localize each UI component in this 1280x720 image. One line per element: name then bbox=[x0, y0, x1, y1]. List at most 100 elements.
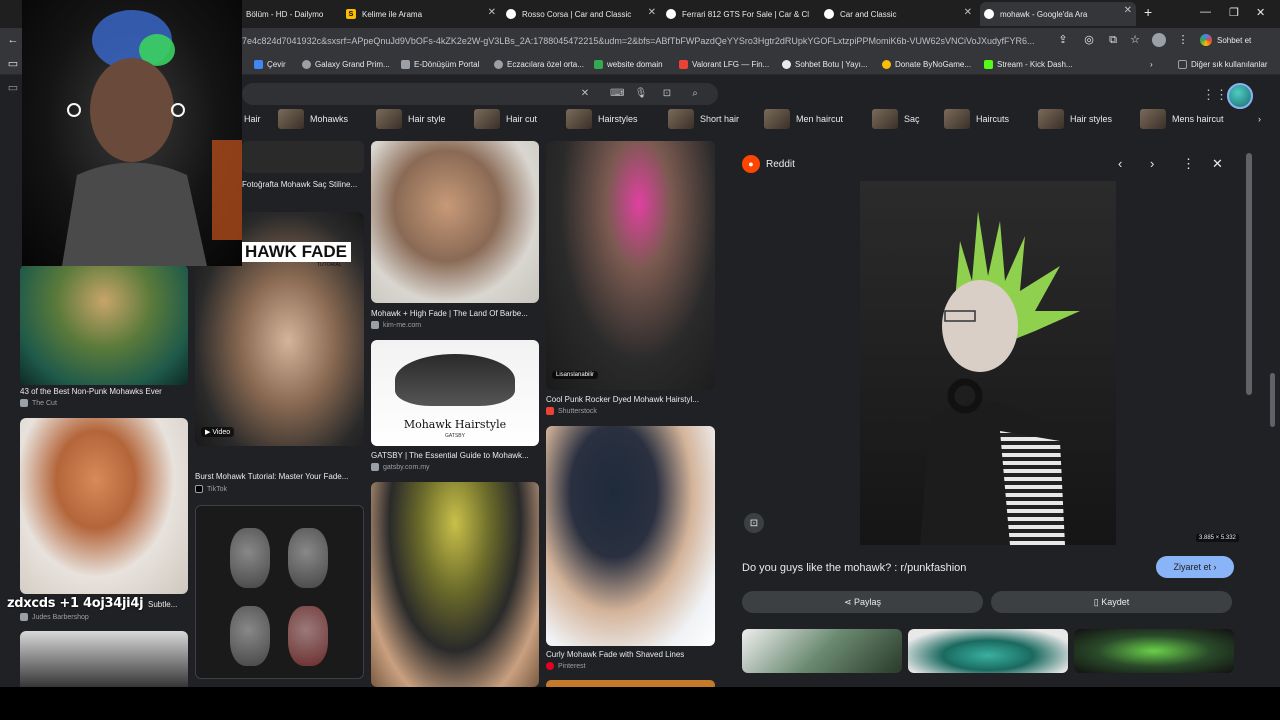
close-window-icon[interactable]: ✕ bbox=[1256, 6, 1265, 19]
chip-hair[interactable]: Hair bbox=[244, 109, 261, 129]
result-caption[interactable]: GATSBY | The Essential Guide to Mohawk..… bbox=[371, 451, 539, 460]
result-image-heads[interactable] bbox=[195, 505, 364, 679]
extension-icon[interactable]: ◎ bbox=[1082, 33, 1096, 47]
bookmark-item[interactable]: Çevir bbox=[254, 57, 286, 71]
close-icon[interactable]: ✕ bbox=[964, 7, 972, 18]
related-image[interactable] bbox=[908, 629, 1068, 673]
address-bar[interactable]: 7e4c824d7041932c&sxsrf=APpeQnuJd9VbOFs-4… bbox=[242, 32, 1052, 50]
chip-short-hair[interactable]: Short hair bbox=[668, 109, 739, 129]
panel-scrollbar[interactable] bbox=[1246, 153, 1252, 395]
result-source[interactable]: The Cut bbox=[20, 399, 57, 407]
chip-hair-style[interactable]: Hair style bbox=[376, 109, 446, 129]
result-image-punk-rocker[interactable]: Lisanslanabilir bbox=[546, 141, 715, 390]
mic-icon[interactable]: 🎙 bbox=[634, 87, 648, 101]
result-caption[interactable]: Curly Mohawk Fade with Shaved Lines bbox=[546, 650, 715, 659]
avatar[interactable] bbox=[1227, 83, 1253, 109]
bookmark-folder[interactable]: Diğer sık kullanılanlar bbox=[1178, 57, 1267, 71]
bookmark-item[interactable]: Galaxy Grand Prim... bbox=[302, 57, 390, 71]
result-source[interactable]: Judes Barbershop bbox=[20, 613, 89, 621]
result-source[interactable]: Shutterstock bbox=[546, 407, 597, 415]
result-source[interactable]: Pinterest bbox=[546, 662, 586, 670]
preview-result-title[interactable]: Do you guys like the mohawk? : r/punkfas… bbox=[742, 562, 966, 574]
new-tab-icon[interactable]: + bbox=[1144, 4, 1152, 20]
more-options-icon[interactable]: ⋮ bbox=[1182, 156, 1195, 172]
close-icon[interactable]: ✕ bbox=[1124, 5, 1132, 16]
chip-label: Saç bbox=[904, 114, 920, 124]
tab-ferrari[interactable]: Ferrari 812 GTS For Sale | Car & Cl bbox=[666, 4, 820, 24]
chip-sac[interactable]: Saç bbox=[872, 109, 920, 129]
tab-rosso-corsa[interactable]: Rosso Corsa | Car and Classic ✕ bbox=[506, 4, 660, 24]
next-icon[interactable]: › bbox=[1150, 156, 1154, 171]
related-image[interactable] bbox=[1074, 629, 1234, 673]
preview-source-name[interactable]: Reddit bbox=[766, 159, 795, 170]
chips-next-icon[interactable]: › bbox=[1258, 109, 1261, 129]
close-icon[interactable]: ✕ bbox=[648, 7, 656, 18]
result-source[interactable]: TikTok bbox=[195, 485, 227, 493]
tab-dailymotion[interactable]: Bölüm - HD - Dailymo bbox=[246, 4, 342, 24]
shirt bbox=[62, 162, 207, 266]
chip-men-haircut[interactable]: Men haircut bbox=[764, 109, 843, 129]
bookmark-item[interactable]: website domain bbox=[594, 57, 663, 71]
puzzle-icon[interactable]: ⧉ bbox=[1106, 33, 1120, 47]
result-image-red-mohawk[interactable] bbox=[20, 418, 188, 594]
profile-icon[interactable] bbox=[1152, 33, 1166, 47]
result-caption[interactable]: Burst Mohawk Tutorial: Master Your Fade.… bbox=[195, 472, 364, 481]
chip-mohawks[interactable]: Mohawks bbox=[278, 109, 348, 129]
bookmark-item[interactable]: Stream - Kick Dash... bbox=[984, 57, 1073, 71]
restore-icon[interactable]: ❐ bbox=[1229, 6, 1239, 19]
result-image-next[interactable] bbox=[546, 680, 715, 687]
clear-icon[interactable]: ✕ bbox=[578, 87, 592, 101]
result-image-gatsby[interactable]: Mohawk Hairstyle GATSBY bbox=[371, 340, 539, 446]
keyboard-icon[interactable]: ⌨ bbox=[610, 87, 624, 101]
bookmark-item[interactable]: Eczacılara özel orta... bbox=[494, 57, 584, 71]
result-image-top[interactable] bbox=[242, 141, 364, 173]
result-image-yellow-mohawk[interactable] bbox=[371, 482, 539, 687]
previous-icon[interactable]: ‹ bbox=[1118, 156, 1122, 171]
result-caption[interactable]: Mohawk + High Fade | The Land Of Barbe..… bbox=[371, 309, 539, 318]
result-caption[interactable]: Subtle... bbox=[148, 600, 188, 609]
chip-thumbnail bbox=[668, 109, 694, 129]
tab-kelime[interactable]: S Kelime ile Arama ✕ bbox=[346, 4, 500, 24]
chip-hair-styles[interactable]: Hair styles bbox=[1038, 109, 1112, 129]
menu-icon[interactable]: ⋮ bbox=[1176, 33, 1190, 47]
sidebar-toggle-icon[interactable]: ▭ bbox=[6, 81, 20, 95]
result-source[interactable]: gatsby.com.my bbox=[371, 463, 430, 471]
save-button[interactable]: ▯ Kaydet bbox=[991, 591, 1232, 613]
bookmark-item[interactable]: Valorant LFG — Fin... bbox=[679, 57, 769, 71]
chat-button[interactable]: Sohbet et bbox=[1200, 31, 1251, 49]
result-image-nonpunk-mohawk[interactable] bbox=[20, 265, 188, 385]
chip-mens-haircut[interactable]: Mens haircut bbox=[1140, 109, 1224, 129]
related-image[interactable] bbox=[742, 629, 902, 673]
bookmarks-overflow-icon[interactable]: › bbox=[1150, 57, 1153, 71]
bookmark-item[interactable]: E-Dönüşüm Portal bbox=[401, 57, 479, 71]
result-caption[interactable]: Fotoğrafta Mohawk Saç Stiline... bbox=[242, 180, 364, 189]
tab-google-search[interactable]: mohawk - Google'da Ara ✕ bbox=[980, 2, 1136, 26]
reading-list-icon[interactable]: ▭ bbox=[6, 57, 20, 71]
close-icon[interactable]: ✕ bbox=[1212, 156, 1223, 172]
bookmark-star-icon[interactable]: ☆ bbox=[1128, 33, 1142, 47]
search-input[interactable]: ✕ ⌨ 🎙 ⊡ ⌕ bbox=[242, 83, 718, 105]
chip-haircuts[interactable]: Haircuts bbox=[944, 109, 1009, 129]
result-caption[interactable]: Cool Punk Rocker Dyed Mohawk Hairstyl... bbox=[546, 395, 715, 404]
bookmark-item[interactable]: Sohbet Botu | Yayı... bbox=[782, 57, 868, 71]
lens-icon[interactable]: ⊡ bbox=[660, 87, 674, 101]
result-image-curly-mohawk[interactable] bbox=[546, 426, 715, 646]
chip-hair-cut[interactable]: Hair cut bbox=[474, 109, 537, 129]
close-icon[interactable]: ✕ bbox=[488, 7, 496, 18]
result-image-fade[interactable] bbox=[20, 631, 188, 687]
visit-button[interactable]: Ziyaret et › bbox=[1156, 556, 1234, 578]
result-image-high-fade[interactable] bbox=[371, 141, 539, 303]
back-icon[interactable]: ← bbox=[6, 33, 20, 47]
minimize-icon[interactable]: — bbox=[1200, 6, 1211, 18]
share-button[interactable]: ⋖ Paylaş bbox=[742, 591, 983, 613]
result-caption[interactable]: 43 of the Best Non-Punk Mohawks Ever bbox=[20, 387, 188, 396]
chip-hairstyles[interactable]: Hairstyles bbox=[566, 109, 638, 129]
search-icon[interactable]: ⌕ bbox=[688, 87, 702, 101]
lens-search-button[interactable]: ⊡ bbox=[744, 513, 764, 533]
tab-car-and-classic[interactable]: Car and Classic ✕ bbox=[824, 4, 976, 24]
bookmark-item[interactable]: Donate ByNoGame... bbox=[882, 57, 971, 71]
preview-image[interactable] bbox=[860, 181, 1116, 545]
result-source[interactable]: kim-me.com bbox=[371, 321, 421, 329]
page-scrollbar[interactable] bbox=[1270, 373, 1275, 427]
share-icon[interactable]: ⇪ bbox=[1056, 33, 1070, 47]
